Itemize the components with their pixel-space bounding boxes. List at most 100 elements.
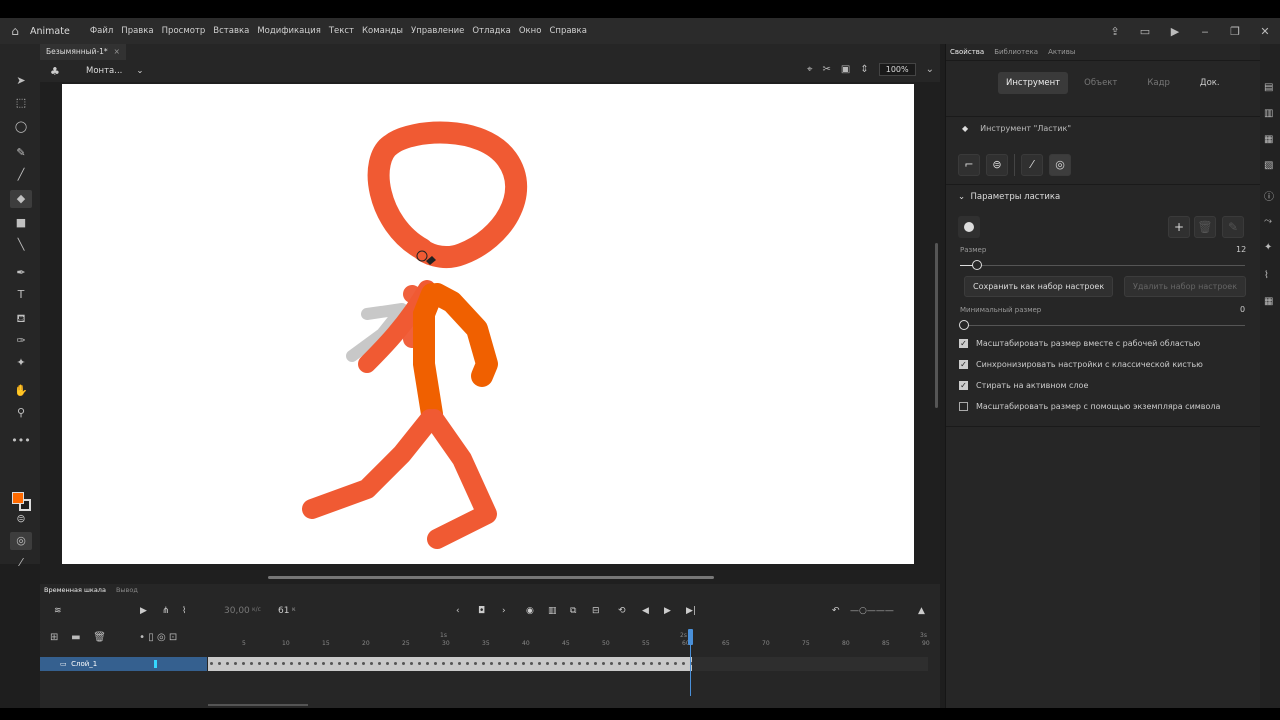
line-icon[interactable]: ╲ <box>10 236 32 254</box>
restore-icon[interactable]: ❐ <box>1220 25 1250 38</box>
layers-icon[interactable]: ≋ <box>54 606 62 616</box>
size-value[interactable]: 12 <box>1236 245 1246 254</box>
grid-panel-icon[interactable]: ▦ <box>1264 296 1273 307</box>
checkbox-scale-with-stage[interactable]: ✓ Масштабировать размер вместе с рабочей … <box>959 339 1200 348</box>
size-slider[interactable] <box>960 265 1245 266</box>
delete-preset-icon[interactable]: 🗑 <box>1194 216 1216 238</box>
edit-symbols-icon[interactable]: ✂ <box>823 64 831 75</box>
paint-brush-icon[interactable]: ✎ <box>10 144 32 162</box>
lasso-icon[interactable]: ◯ <box>10 118 32 136</box>
zoom-dropdown-icon[interactable]: ⌄ <box>926 64 934 75</box>
outline-icon[interactable]: ▯ <box>148 632 154 643</box>
frame-span[interactable] <box>208 657 693 671</box>
save-preset-button[interactable]: Сохранить как набор настроек <box>964 276 1114 297</box>
checkbox-symbol-scale[interactable]: Масштабировать размер с помощью экземпля… <box>959 402 1220 411</box>
eraser-mode-icon[interactable]: ⊜ <box>10 510 32 528</box>
tab-document[interactable]: Док. <box>1192 72 1228 94</box>
paint-bucket-icon[interactable]: ⛾ <box>10 310 32 328</box>
new-layer-icon[interactable]: ⊞ <box>50 632 58 643</box>
prev-keyframe-icon[interactable]: ‹ <box>456 606 460 616</box>
onion-skin-icon[interactable]: ◉ <box>526 606 534 616</box>
tab-frame[interactable]: Кадр <box>1139 72 1178 94</box>
eraser-target-icon[interactable]: ◎ <box>10 532 32 550</box>
menu-insert[interactable]: Вставка <box>213 26 249 36</box>
menu-debug[interactable]: Отладка <box>472 26 511 36</box>
brush-shape-button[interactable] <box>958 216 980 238</box>
tab-properties[interactable]: Свойства <box>950 48 984 56</box>
stage-canvas[interactable] <box>62 84 914 564</box>
menu-file[interactable]: Файл <box>90 26 113 36</box>
center-stage-icon[interactable]: ⌖ <box>807 64 813 75</box>
empty-frames[interactable] <box>692 657 928 671</box>
size-slider-knob[interactable] <box>972 260 983 270</box>
clip-content-icon[interactable]: ▣ <box>841 64 850 75</box>
pen-icon[interactable]: ✒ <box>10 264 32 282</box>
rectangle-icon[interactable]: ■ <box>10 214 32 232</box>
zoom-stepper-icon[interactable]: ⇕ <box>860 64 868 75</box>
checkbox[interactable]: ✓ <box>959 339 968 348</box>
home-icon[interactable]: ⌂ <box>0 24 30 38</box>
zoom-icon[interactable]: ⚲ <box>10 404 32 422</box>
camera-icon[interactable]: ▶ <box>140 606 147 616</box>
motion-panel-icon[interactable]: ⤳ <box>1264 216 1272 227</box>
tab-timeline[interactable]: Временная шкала <box>44 586 106 594</box>
checkbox[interactable]: ✓ <box>959 360 968 369</box>
min-size-slider-knob[interactable] <box>959 320 969 330</box>
tab-object[interactable]: Объект <box>1076 72 1125 94</box>
eraser-mode-icon[interactable]: ⌐ <box>958 154 980 176</box>
properties-panel-icon[interactable]: ▤ <box>1264 82 1273 93</box>
checkbox-sync-brush[interactable]: ✓ Синхронизировать настройки с классическ… <box>959 360 1203 369</box>
menu-control[interactable]: Управление <box>411 26 464 36</box>
tab-assets[interactable]: Активы <box>1048 48 1075 56</box>
minimize-icon[interactable]: ‒ <box>1190 25 1220 38</box>
free-transform-icon[interactable]: ⬚ <box>10 94 32 112</box>
layer-name[interactable]: Слой_1 <box>71 660 97 668</box>
faucet-icon[interactable]: ⁄ <box>1021 154 1043 176</box>
checkbox[interactable] <box>959 402 968 411</box>
eraser-options-section[interactable]: ⌄ Параметры ластика <box>958 192 1060 202</box>
zoom-input[interactable]: 100% <box>878 63 916 76</box>
min-size-value[interactable]: 0 <box>1240 305 1245 314</box>
new-folder-icon[interactable]: ▬ <box>71 632 80 643</box>
chevron-down-icon[interactable]: ⌄ <box>136 66 143 76</box>
hand-icon[interactable]: ✋ <box>10 382 32 400</box>
delete-preset-button[interactable]: Удалить набор настроек <box>1124 276 1247 297</box>
fill-color-swatch[interactable] <box>12 492 24 504</box>
chart-panel-icon[interactable]: ⌇ <box>1264 270 1269 281</box>
visibility-icon[interactable]: ◎ <box>157 632 166 643</box>
playhead[interactable] <box>688 629 693 645</box>
checkbox-active-layer[interactable]: ✓ Стирать на активном слое <box>959 381 1088 390</box>
selection-tool-icon[interactable]: ➤ <box>10 72 32 90</box>
close-tab-icon[interactable]: × <box>114 47 120 56</box>
edit-multiple-icon[interactable]: ▥ <box>548 606 557 616</box>
tab-output[interactable]: Вывод <box>116 586 138 594</box>
eraser-shape-icon[interactable]: ⊜ <box>986 154 1008 176</box>
loop-icon[interactable]: ⧉ <box>570 606 576 616</box>
add-preset-button[interactable]: + <box>1168 216 1190 238</box>
eyedropper-icon[interactable]: ✑ <box>10 332 32 350</box>
menu-edit[interactable]: Правка <box>121 26 153 36</box>
color-panel-icon[interactable]: ▧ <box>1264 160 1273 171</box>
lock-icon[interactable]: ⊡ <box>169 632 177 643</box>
checkbox[interactable]: ✓ <box>959 381 968 390</box>
text-tool-icon[interactable]: T <box>10 286 32 304</box>
fps-value[interactable]: 30,00 <box>224 606 250 616</box>
graph-icon[interactable]: ⌇ <box>182 606 186 616</box>
delete-layer-icon[interactable]: 🗑 <box>93 632 106 643</box>
info-panel-icon[interactable]: ⓘ <box>1264 188 1274 203</box>
document-tab[interactable]: Безымянный-1* × <box>40 44 126 60</box>
menu-commands[interactable]: Команды <box>362 26 403 36</box>
timeline-scrollbar[interactable] <box>208 704 308 706</box>
more-tools-icon[interactable]: ••• <box>10 432 32 450</box>
eraser-tool-icon[interactable]: ◆ <box>10 190 32 208</box>
menu-help[interactable]: Справка <box>549 26 586 36</box>
pin-icon[interactable]: ✦ <box>10 354 32 372</box>
close-icon[interactable]: ✕ <box>1250 25 1280 38</box>
next-keyframe-icon[interactable]: › <box>502 606 506 616</box>
menu-window[interactable]: Окно <box>519 26 542 36</box>
test-movie-icon[interactable]: ▶ <box>1160 25 1190 38</box>
panel-layout-icon[interactable]: ▭ <box>1130 25 1160 38</box>
frame-zoom-slider[interactable]: —○——— <box>850 606 894 616</box>
step-back-icon[interactable]: ◀ <box>642 606 649 616</box>
layer-parenting-icon[interactable]: ⋔ <box>162 606 170 616</box>
